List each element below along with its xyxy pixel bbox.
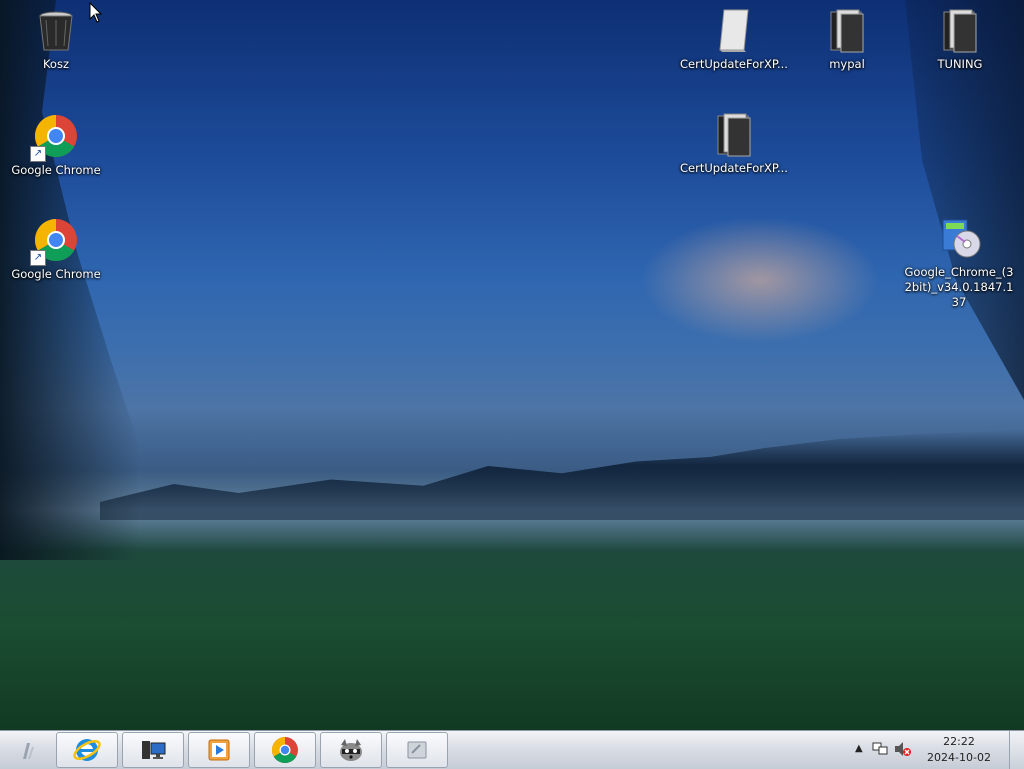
desktop-icon-label: CertUpdateForXP... [680, 57, 788, 71]
desktop-icon-certupdate-folder[interactable]: CertUpdateForXP... [679, 110, 789, 176]
desktop-icon-google-chrome[interactable]: ↗ Google Chrome [1, 112, 111, 178]
file-icon [710, 6, 758, 54]
desktop-icon-label: CertUpdateForXP... [680, 161, 788, 175]
internet-explorer-icon [73, 739, 101, 761]
show-desktop-button[interactable] [1009, 731, 1024, 769]
taskbar-pin-computer[interactable] [122, 732, 184, 768]
chrome-icon: ↗ [30, 112, 80, 162]
show-hidden-icons-arrow[interactable]: ▲ [855, 743, 863, 754]
recycle-bin-icon [32, 6, 80, 54]
window-icon [407, 741, 427, 759]
folder-icon [823, 6, 871, 54]
desktop-icon-label: TUNING [937, 57, 983, 71]
desktop-icon-label: Kosz [42, 57, 70, 71]
network-icon[interactable] [872, 741, 888, 757]
shortcut-arrow-icon: ↗ [30, 250, 46, 266]
shortcut-arrow-icon: ↗ [30, 146, 46, 162]
media-player-icon [208, 739, 230, 761]
system-tray: ▲ 22:22 2024-10-02 [854, 731, 1024, 769]
taskbar-pin-internet-explorer[interactable] [56, 732, 118, 768]
clock-time[interactable]: 22:22 [914, 735, 1004, 748]
desktop-icon-certupdate-file[interactable]: CertUpdateForXP... [679, 6, 789, 72]
computer-icon [142, 741, 166, 759]
desktop-icon-label: Google Chrome [11, 267, 101, 281]
desktop-icon-mypal[interactable]: mypal [792, 6, 902, 72]
desktop-icon-label: Google Chrome [11, 163, 101, 177]
desktop-icon-label: Google_Chrome_(32bit)_v34.0.1847.137 [904, 265, 1014, 309]
chrome-icon [271, 736, 298, 764]
volume-muted-icon[interactable] [894, 741, 912, 757]
folder-icon [936, 6, 984, 54]
taskbar-pin-media-player[interactable] [188, 732, 250, 768]
taskbar-pin-chrome[interactable] [254, 732, 316, 768]
clock-date[interactable]: 2024-10-02 [914, 751, 1004, 764]
taskbar-pin-raccoon[interactable] [320, 732, 382, 768]
installer-icon [935, 214, 983, 262]
chrome-icon: ↗ [30, 216, 80, 266]
desktop-wallpaper[interactable]: Kosz ↗ Google Chrome ↗ Google Chrome Cer… [0, 0, 1024, 730]
raccoon-icon [340, 739, 362, 761]
taskbar: ▲ 22:22 2024-10-02 [0, 730, 1024, 769]
desktop-icon-tuning[interactable]: TUNING [905, 6, 1015, 72]
start-button[interactable] [4, 735, 52, 765]
desktop-icon-label: mypal [829, 57, 865, 71]
mouse-cursor-icon [89, 2, 103, 23]
desktop-icon-google-chrome[interactable]: ↗ Google Chrome [1, 216, 111, 282]
folder-icon [710, 110, 758, 158]
taskbar-pin-window[interactable] [386, 732, 448, 768]
desktop-icon-chrome-installer[interactable]: Google_Chrome_(32bit)_v34.0.1847.137 [904, 214, 1014, 310]
start-icon [23, 743, 34, 759]
